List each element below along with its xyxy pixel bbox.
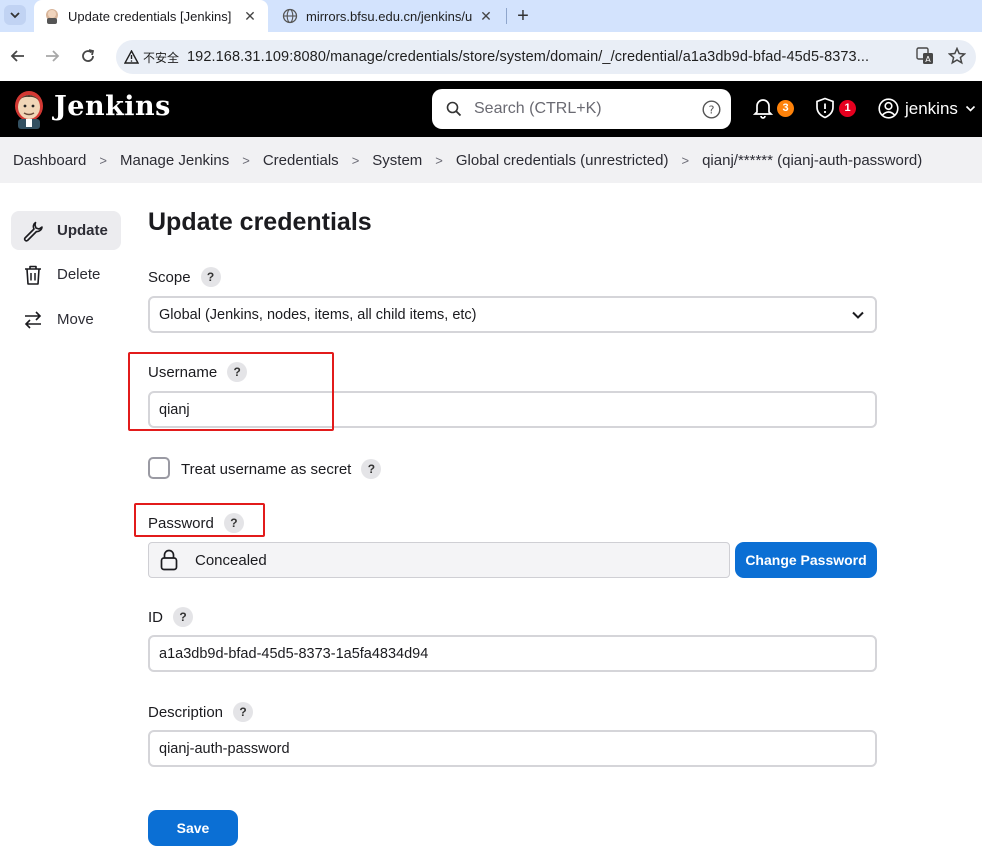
scope-select-value: Global (Jenkins, nodes, items, all child… <box>159 306 477 323</box>
breadcrumb-item-current[interactable]: qianj/****** (qianj-auth-password) <box>702 152 922 169</box>
search-box[interactable]: ? <box>432 89 731 129</box>
chevron-right-icon: > <box>435 152 443 168</box>
forward-button[interactable] <box>40 44 64 68</box>
jenkins-brand[interactable]: Jenkins <box>54 91 171 122</box>
password-concealed-field: Concealed <box>148 542 730 578</box>
description-label-text: Description <box>148 703 224 721</box>
svg-text:A: A <box>925 55 931 64</box>
reload-icon <box>82 49 95 62</box>
id-label: ID ? <box>148 607 193 627</box>
id-value: a1a3db9d-bfad-45d5-8373-1a5fa4834d94 <box>159 645 429 662</box>
address-bar[interactable]: 不安全 192.168.31.109:8080/manage/credentia… <box>116 40 976 74</box>
breadcrumb-item[interactable]: Credentials <box>263 152 339 169</box>
tab-title: Update credentials [Jenkins] <box>68 8 232 24</box>
user-name: jenkins <box>905 98 958 118</box>
sidebar-item-label: Move <box>57 311 94 328</box>
security-label: 不安全 <box>143 50 180 65</box>
warning-icon <box>124 50 139 64</box>
sidebar-item-label: Update <box>57 222 108 239</box>
help-icon[interactable]: ? <box>233 702 254 722</box>
security-badge: 1 <box>839 99 856 117</box>
browser-tab[interactable]: mirrors.bfsu.edu.cn/jenkins/u ✕ <box>272 0 504 32</box>
new-tab-button[interactable]: + <box>512 5 534 27</box>
chevron-right-icon: > <box>681 152 690 168</box>
wrench-icon <box>22 220 44 242</box>
save-button[interactable]: Save <box>148 810 238 846</box>
translate-icon[interactable]: A <box>916 47 934 65</box>
sidebar-item-update[interactable]: Update <box>11 211 121 250</box>
treat-username-secret-label: Treat username as secret ? <box>181 459 382 479</box>
lock-icon <box>160 549 178 571</box>
tab-title: mirrors.bfsu.edu.cn/jenkins/u <box>306 8 473 24</box>
change-password-button[interactable]: Change Password <box>735 542 877 578</box>
jenkins-header: Jenkins ? 3 1 jenkins <box>0 81 982 137</box>
scope-label-text: Scope <box>148 268 191 286</box>
move-arrows-icon <box>22 309 44 331</box>
notifications-button[interactable]: 3 <box>753 97 794 119</box>
chevron-down-icon <box>10 12 20 19</box>
scope-select[interactable]: Global (Jenkins, nodes, items, all child… <box>148 296 877 333</box>
arrow-right-icon <box>46 50 60 62</box>
help-icon[interactable]: ? <box>702 99 721 119</box>
security-chip[interactable]: 不安全 <box>124 49 187 66</box>
sidebar-item-move[interactable]: Move <box>11 300 121 339</box>
star-icon[interactable] <box>948 47 966 65</box>
jenkins-logo-icon[interactable] <box>12 89 46 129</box>
description-label: Description ? <box>148 702 254 722</box>
browser-tab-active[interactable]: Update credentials [Jenkins] ✕ <box>34 0 268 32</box>
breadcrumb-item[interactable]: Global credentials (unrestricted) <box>456 152 669 169</box>
user-menu[interactable]: jenkins <box>878 98 976 119</box>
svg-text:?: ? <box>709 103 715 116</box>
bell-icon <box>753 99 773 119</box>
sidebar-item-label: Delete <box>57 266 101 283</box>
password-concealed-text: Concealed <box>195 551 267 569</box>
search-input[interactable] <box>474 100 694 118</box>
annotation-box-password <box>134 503 265 537</box>
treat-username-secret-text: Treat username as secret <box>181 460 352 478</box>
tab-search-button[interactable] <box>4 5 26 25</box>
back-button[interactable] <box>6 44 30 68</box>
notifications-badge: 3 <box>777 99 794 117</box>
trash-icon <box>22 264 44 286</box>
arrow-left-icon <box>10 50 24 62</box>
id-label-text: ID <box>148 608 163 626</box>
globe-icon <box>282 8 298 24</box>
id-field[interactable]: a1a3db9d-bfad-45d5-8373-1a5fa4834d94 <box>148 635 877 672</box>
help-icon[interactable]: ? <box>200 267 221 287</box>
breadcrumb: Dashboard > Manage Jenkins > Credentials… <box>0 137 982 183</box>
close-icon[interactable]: ✕ <box>478 8 494 24</box>
chevron-down-icon <box>852 311 864 319</box>
close-icon[interactable]: ✕ <box>242 8 258 24</box>
jenkins-favicon-icon <box>46 9 58 24</box>
user-avatar-icon <box>878 98 899 119</box>
breadcrumb-item[interactable]: Dashboard <box>13 152 86 169</box>
chevron-right-icon: > <box>99 152 107 168</box>
description-field[interactable]: qianj-auth-password <box>148 730 877 767</box>
treat-username-secret-checkbox[interactable] <box>148 457 170 479</box>
help-icon[interactable]: ? <box>361 459 382 479</box>
page-title: Update credentials <box>148 208 372 236</box>
breadcrumb-item[interactable]: System <box>372 152 422 169</box>
help-icon[interactable]: ? <box>173 607 193 627</box>
reload-button[interactable] <box>76 44 100 68</box>
annotation-box-username <box>128 352 334 431</box>
tab-divider <box>506 8 507 24</box>
chevron-right-icon: > <box>242 152 250 168</box>
description-value: qianj-auth-password <box>159 740 290 757</box>
chevron-right-icon: > <box>351 152 360 168</box>
security-button[interactable]: 1 <box>815 97 856 119</box>
sidebar-item-delete[interactable]: Delete <box>11 255 121 294</box>
search-icon <box>446 101 462 117</box>
browser-toolbar: 不安全 192.168.31.109:8080/manage/credentia… <box>0 32 982 81</box>
url-text[interactable]: 192.168.31.109:8080/manage/credentials/s… <box>187 49 899 65</box>
chevron-down-icon <box>965 105 975 112</box>
browser-tab-strip: Update credentials [Jenkins] ✕ mirrors.b… <box>0 0 982 32</box>
breadcrumb-item[interactable]: Manage Jenkins <box>120 152 229 169</box>
scope-label: Scope ? <box>148 267 221 287</box>
shield-icon <box>816 97 834 119</box>
